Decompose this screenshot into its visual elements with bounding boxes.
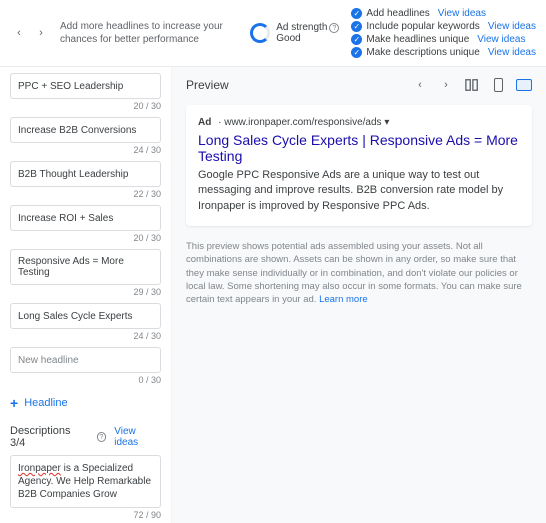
char-counter: 24 / 30	[10, 145, 161, 155]
check-icon: ✓	[351, 21, 362, 32]
char-counter: 72 / 90	[10, 510, 161, 520]
headline-input[interactable]: B2B Thought Leadership	[10, 161, 161, 187]
ad-headline: Long Sales Cycle Experts | Responsive Ad…	[198, 132, 520, 164]
check-item: ✓Include popular keywordsView ideas	[351, 21, 536, 32]
char-counter: 29 / 30	[10, 287, 161, 297]
headline-input[interactable]: Long Sales Cycle Experts	[10, 303, 161, 329]
preview-title: Preview	[186, 78, 229, 92]
view-ideas-link[interactable]: View ideas	[477, 34, 525, 45]
ad-preview-card: Ad · www.ironpaper.com/responsive/ads ▾ …	[186, 105, 532, 226]
top-bar: ‹ › Add more headlines to increase your …	[0, 0, 546, 67]
left-panel: PPC + SEO Leadership 20 / 30 Increase B2B …	[0, 67, 172, 523]
char-counter: 20 / 30	[10, 101, 161, 111]
view-ideas-link[interactable]: View ideas	[488, 21, 536, 32]
preview-controls: ‹ ›	[412, 77, 532, 93]
headline-input[interactable]: Increase B2B Conversions	[10, 117, 161, 143]
new-headline-input[interactable]: New headline	[10, 347, 161, 373]
new-headline-counter: 0 / 30	[10, 375, 161, 385]
ad-strength: Ad strength? Good	[250, 22, 339, 44]
next-ad-arrow[interactable]: ›	[438, 77, 454, 93]
check-icon: ✓	[351, 47, 362, 58]
char-counter: 24 / 30	[10, 331, 161, 341]
check-item: ✓Make descriptions uniqueView ideas	[351, 47, 536, 58]
ad-description: Google PPC Responsive Ads are a unique w…	[198, 168, 520, 214]
descriptions-header: Descriptions 3/4? View ideas	[10, 425, 161, 449]
view-ideas-link[interactable]: View ideas	[114, 426, 161, 448]
check-item: ✓Make headlines uniqueView ideas	[351, 34, 536, 45]
ad-badge: Ad	[198, 117, 211, 128]
plus-icon: +	[10, 395, 18, 411]
prev-arrow[interactable]: ‹	[10, 24, 28, 42]
check-icon: ✓	[351, 34, 362, 45]
preview-panel: Preview ‹ › Ad · www.ironpaper.com/respo…	[172, 67, 546, 523]
donut-icon	[250, 23, 270, 43]
desktop-icon[interactable]	[516, 77, 532, 93]
char-counter: 20 / 30	[10, 233, 161, 243]
info-icon[interactable]: ?	[97, 432, 107, 442]
ad-url: www.ironpaper.com/responsive/ads	[224, 117, 381, 128]
check-item: ✓Add headlinesView ideas	[351, 8, 536, 19]
learn-more-link[interactable]: Learn more	[319, 294, 368, 305]
headline-input[interactable]: Responsive Ads = More Testing	[10, 249, 161, 285]
strength-label: Ad strength	[276, 22, 327, 33]
prev-ad-arrow[interactable]: ‹	[412, 77, 428, 93]
headline-input[interactable]: Increase ROI + Sales	[10, 205, 161, 231]
view-ideas-link[interactable]: View ideas	[438, 8, 486, 19]
tip-text: Add more headlines to increase your chan…	[60, 20, 238, 46]
view-ideas-link[interactable]: View ideas	[488, 47, 536, 58]
columns-icon[interactable]	[464, 77, 480, 93]
nav-arrows: ‹ ›	[10, 24, 50, 42]
description-input[interactable]: Ironpaper is a Specialized Agency. We He…	[10, 455, 161, 508]
mobile-icon[interactable]	[490, 77, 506, 93]
add-headline-button[interactable]: +Headline	[10, 391, 161, 415]
check-icon: ✓	[351, 8, 362, 19]
dropdown-icon[interactable]: ▾	[384, 117, 389, 128]
char-counter: 22 / 30	[10, 189, 161, 199]
strength-value: Good	[276, 33, 339, 44]
next-arrow[interactable]: ›	[32, 24, 50, 42]
info-icon[interactable]: ?	[329, 23, 339, 33]
headline-input[interactable]: PPC + SEO Leadership	[10, 73, 161, 99]
checklist: ✓Add headlinesView ideas ✓Include popular…	[351, 8, 536, 58]
preview-disclaimer: This preview shows potential ads assembl…	[186, 240, 532, 306]
